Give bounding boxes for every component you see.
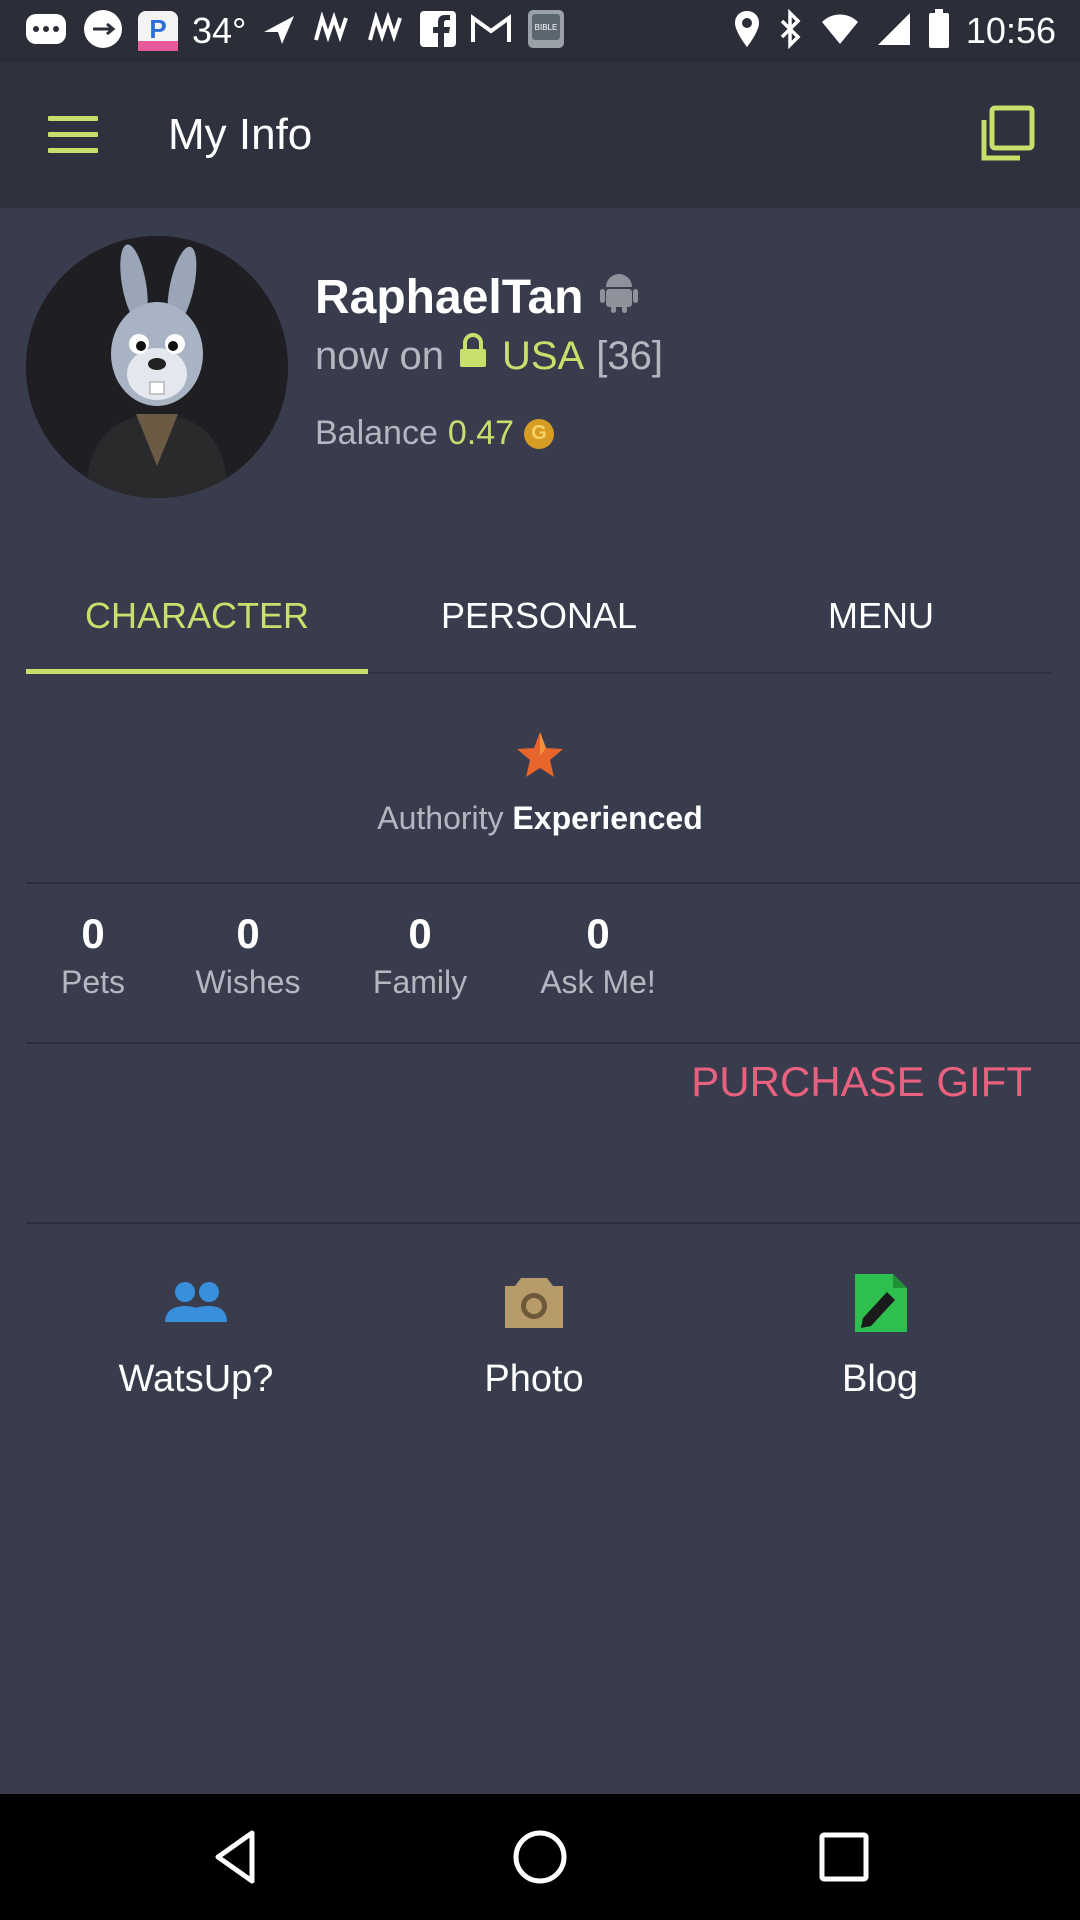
divider xyxy=(26,1222,1080,1224)
temperature-text: 34° xyxy=(192,10,247,51)
coin-icon: G xyxy=(524,418,555,449)
tab-indicator xyxy=(26,669,368,674)
online-status: now on USA [36] xyxy=(315,333,663,379)
balance-value: 0.47 xyxy=(447,414,515,452)
lock-icon xyxy=(456,333,490,379)
stat-count: 0 xyxy=(408,910,432,957)
authority-text: Authority Experienced xyxy=(0,800,1080,837)
status-bar-left: P 34° BIBLE xyxy=(24,8,566,54)
back-icon[interactable] xyxy=(206,1827,266,1887)
stat-label: Pets xyxy=(60,964,126,1000)
purchase-gift-button[interactable]: PURCHASE GIFT xyxy=(691,1058,1032,1106)
country-text: USA xyxy=(501,333,585,378)
plane-icon xyxy=(260,10,298,53)
stat-label: Ask Me! xyxy=(540,964,656,1000)
stat-count: 0 xyxy=(586,910,610,957)
stat-count: 0 xyxy=(236,910,260,957)
wifi-icon xyxy=(820,12,860,51)
messages-icon xyxy=(24,12,68,51)
wave-icon xyxy=(366,10,406,51)
location-icon xyxy=(732,9,762,54)
people-icon xyxy=(161,1270,231,1336)
divider xyxy=(26,882,1080,884)
stat-family[interactable]: 0 Family xyxy=(335,910,505,1001)
action-label: Photo xyxy=(484,1358,584,1400)
watsup-button[interactable]: WatsUp? xyxy=(46,1270,346,1401)
blog-button[interactable]: Blog xyxy=(730,1270,1030,1401)
username: RaphaelTan xyxy=(315,270,638,325)
tab-character[interactable]: CHARACTER xyxy=(26,560,368,672)
battery-icon xyxy=(928,8,950,54)
balance-label: Balance xyxy=(315,414,438,452)
age-text: [36] xyxy=(596,333,663,378)
status-bar-right: 10:56 xyxy=(732,8,1056,54)
authority-label: Authority xyxy=(377,800,504,836)
menu-icon[interactable] xyxy=(48,116,98,154)
copy-icon[interactable] xyxy=(976,104,1036,164)
tab-personal[interactable]: PERSONAL xyxy=(368,560,710,672)
clock-text: 10:56 xyxy=(965,10,1056,51)
photo-button[interactable]: Photo xyxy=(384,1270,684,1401)
star-icon xyxy=(515,730,565,780)
username-text: RaphaelTan xyxy=(315,271,584,324)
action-label: Blog xyxy=(841,1358,919,1400)
bible-app-icon: BIBLE xyxy=(526,8,566,55)
app-bar: My Info xyxy=(0,62,1080,208)
stat-label: Family xyxy=(372,964,468,1000)
stat-pets[interactable]: 0 Pets xyxy=(8,910,178,1001)
stat-ask-me[interactable]: 0 Ask Me! xyxy=(513,910,683,1001)
stat-wishes[interactable]: 0 Wishes xyxy=(163,910,333,1001)
authority-level: Experienced xyxy=(512,800,703,836)
action-label: WatsUp? xyxy=(118,1358,274,1400)
page-title: My Info xyxy=(168,110,313,159)
wave-icon xyxy=(312,10,352,51)
divider xyxy=(26,1042,1080,1044)
profile-header: RaphaelTan now on USA [36] Balance 0.47 … xyxy=(0,208,1080,540)
stats-row: 0 Pets 0 Wishes 0 Family 0 Ask Me! xyxy=(0,910,1080,1040)
avatar[interactable] xyxy=(26,236,288,498)
status-bar: P 34° BIBLE 10:56 xyxy=(0,0,1080,62)
status-prefix: now on xyxy=(315,333,444,378)
facebook-icon xyxy=(420,10,457,52)
app-p-icon: P xyxy=(138,11,178,51)
navigation-bar xyxy=(0,1794,1080,1920)
stat-label: Wishes xyxy=(195,964,301,1000)
gmail-icon xyxy=(470,12,512,51)
bluetooth-icon xyxy=(778,8,804,54)
camera-icon xyxy=(499,1270,569,1336)
home-icon[interactable] xyxy=(510,1827,570,1887)
tab-menu[interactable]: MENU xyxy=(710,560,1052,672)
svg-text:P: P xyxy=(149,14,166,44)
android-icon xyxy=(599,270,638,325)
stat-count: 0 xyxy=(81,910,105,957)
balance: Balance 0.47 G xyxy=(315,414,555,453)
authority-section: Authority Experienced xyxy=(0,730,1080,880)
signal-icon xyxy=(876,11,912,52)
tab-bar: CHARACTER PERSONAL MENU xyxy=(26,560,1052,674)
action-row: WatsUp? Photo Blog xyxy=(0,1270,1080,1420)
usb-icon xyxy=(82,8,124,55)
svg-text:BIBLE: BIBLE xyxy=(535,23,558,32)
recents-icon[interactable] xyxy=(814,1827,874,1887)
edit-note-icon xyxy=(845,1270,915,1336)
